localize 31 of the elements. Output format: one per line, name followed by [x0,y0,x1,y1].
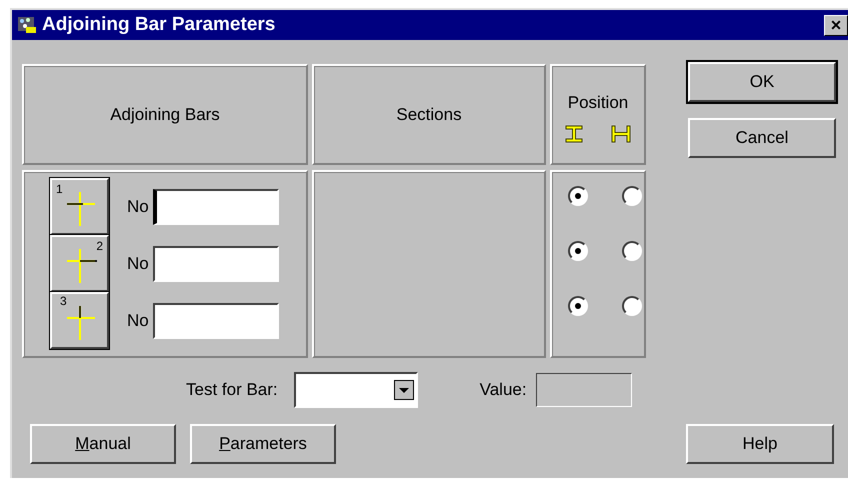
h-beam-icon [611,124,631,142]
radio-button[interactable] [568,241,588,261]
input-field[interactable] [152,188,279,224]
input-field[interactable] [152,246,279,282]
radio-button[interactable] [622,186,642,206]
radio-button[interactable] [622,241,642,261]
dropdown[interactable] [294,372,418,408]
dialog-button[interactable]: Manual [30,424,176,464]
bar-button[interactable]: 2 [50,235,109,292]
radio-button[interactable] [622,296,642,316]
column-header: Position [568,92,628,112]
field-label: No [127,196,149,216]
app-logo-icon [16,15,38,35]
radio-button[interactable] [568,296,588,316]
field-label: Value: [480,380,527,400]
help-button[interactable]: Help [686,424,834,464]
field-label: Test for Bar: [186,380,278,400]
column-header: Sections [312,64,546,165]
dialog-button[interactable]: OK [688,62,836,102]
close-button[interactable]: × [824,14,848,36]
bar-button[interactable]: 3 [50,292,109,349]
i-beam-icon [565,124,583,142]
dialog-button[interactable]: Parameters [190,424,336,464]
field-label: No [127,254,149,274]
column-header: Adjoining Bars [22,64,308,165]
window-title: Adjoining Bar Parameters [42,14,276,36]
field-label: No [127,310,149,330]
radio-button[interactable] [568,186,588,206]
bar-button[interactable]: 1 [50,178,109,235]
input-field[interactable] [152,302,279,338]
dialog-button[interactable]: Cancel [688,118,836,158]
